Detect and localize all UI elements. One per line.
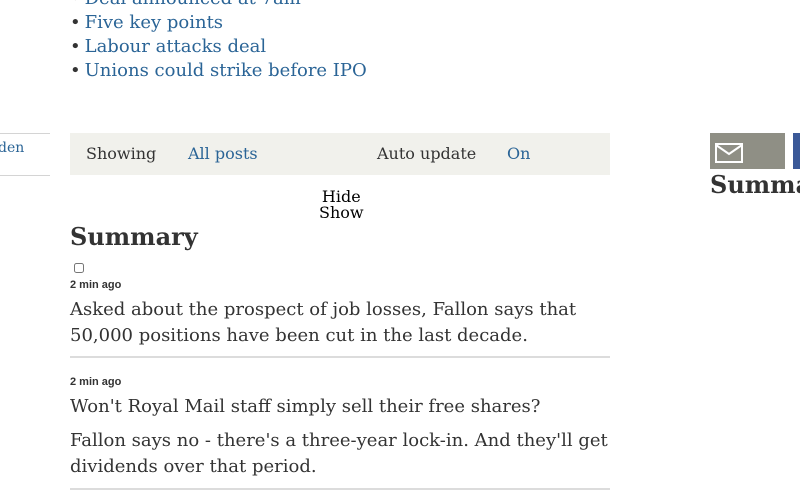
bullet-dot: • — [70, 12, 81, 33]
showing-label: Showing — [86, 144, 157, 163]
key-event-link[interactable]: Five key points — [85, 12, 223, 33]
auto-update-label: Auto update — [377, 144, 477, 163]
facebook-share-button[interactable] — [793, 133, 800, 169]
post-paragraph: Asked about the prospect of job losses, … — [70, 299, 577, 346]
post-timestamp: 2 min ago — [70, 279, 122, 291]
key-event-item: • Deal announced at 7am — [70, 0, 367, 11]
bullet-dot: • — [70, 60, 81, 81]
hide-show-toggle: Hide Show — [319, 189, 364, 221]
key-event-link[interactable]: Labour attacks deal — [85, 36, 267, 57]
show-button[interactable]: Show — [319, 205, 364, 221]
showing-all-posts-link[interactable]: All posts — [188, 144, 258, 163]
auto-update-toggle[interactable]: On — [507, 144, 530, 163]
summary-checkbox[interactable] — [74, 263, 84, 273]
key-event-item: • Labour attacks deal — [70, 35, 367, 59]
key-event-item: • Five key points — [70, 11, 367, 35]
filter-bar: Showing All posts Auto update On — [70, 133, 610, 175]
email-share-button[interactable] — [710, 133, 785, 169]
live-blog-post: 2 min ago Won't Royal Mail staff simply … — [70, 376, 610, 490]
key-event-link[interactable]: Deal announced at 7am — [85, 0, 301, 9]
key-event-link[interactable]: Unions could strike before IPO — [85, 60, 367, 81]
key-events-list: •Deal announced at 7am •Five key points … — [70, 0, 367, 83]
bullet-dot: • — [70, 0, 81, 9]
post-paragraph: Fallon says no - there's a three-year lo… — [70, 430, 608, 477]
post-paragraph: Won't Royal Mail staff simply sell their… — [70, 396, 541, 417]
key-event-item: • Unions could strike before IPO — [70, 59, 367, 83]
live-blog-post: 2 min ago Asked about the prospect of jo… — [70, 279, 610, 358]
left-nav-fragment: den — [0, 133, 50, 176]
bullet-dot: • — [70, 36, 81, 57]
sidebar-summary-heading: Summary — [710, 170, 800, 199]
envelope-icon — [715, 143, 743, 163]
post-timestamp: 2 min ago — [70, 376, 122, 388]
summary-heading: Summary — [70, 222, 198, 251]
left-nav-link[interactable]: den — [0, 140, 24, 156]
